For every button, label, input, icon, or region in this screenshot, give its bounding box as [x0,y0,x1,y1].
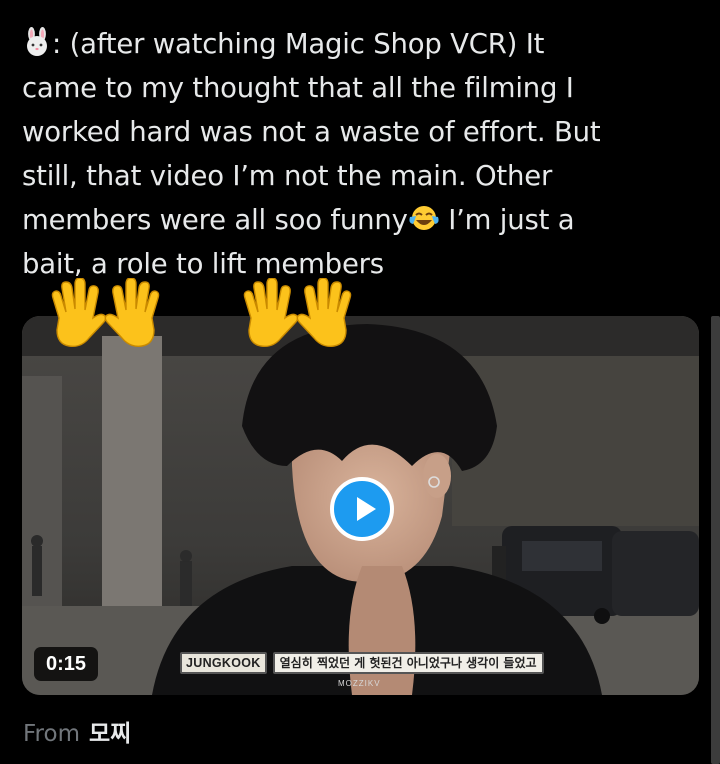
tweet-line-3: worked hard was not a waste of effort. B… [22,116,601,148]
waving-hand-icon [51,278,107,348]
play-button[interactable] [330,477,394,541]
rabbit-face-emoji-icon [27,27,47,56]
video-duration-badge: 0:15 [34,647,98,681]
video-watermark: MOZZIKV [338,679,381,688]
source-account-link[interactable]: 모찌 [89,714,131,748]
source-prefix: From [23,721,80,747]
tweet-line-4: still, that video I’m not the main. Othe… [22,160,553,192]
subtitle-speaker-name: JUNGKOOK [180,652,267,674]
waving-hand-icon [104,278,160,348]
video-subtitle: JUNGKOOK 열심히 찍었던 게 헛된건 아니었구나 생각이 들었고 [180,652,544,674]
tweet-line-2: came to my thought that all the filming … [22,72,574,104]
waving-hand-icon [296,278,352,348]
media-source-attribution: From 모찌 [23,714,131,748]
tears-of-joy-emoji-icon [409,206,439,230]
tweet-line-5: members were all soo funny I’m just a [22,204,575,236]
subtitle-caption: 열심히 찍었던 게 헛된건 아니었구나 생각이 들었고 [272,652,544,674]
tweet-text: : (after watching Magic Shop VCR) It cam… [22,22,702,286]
waving-hands-row [0,276,720,356]
tweet-line-1: : (after watching Magic Shop VCR) It [22,22,702,66]
play-icon [357,497,376,521]
waving-hand-icon [243,278,299,348]
next-media-edge [711,316,720,764]
